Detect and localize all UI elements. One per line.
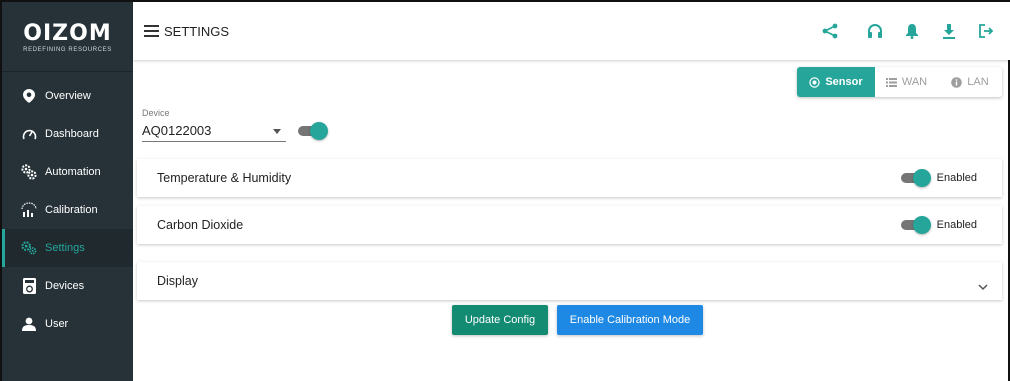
status-text: Enabled (936, 219, 977, 231)
toggle-thumb (912, 169, 931, 187)
menu-icon[interactable] (144, 25, 159, 37)
sidebar: OIZOM REDEFINING RESOURCES Overview Dash… (2, 2, 133, 381)
tab-label: LAN (967, 76, 989, 88)
sidebar-item-dashboard[interactable]: Dashboard (2, 115, 133, 153)
panel-display[interactable]: Display (137, 262, 1002, 300)
list-icon (885, 77, 897, 87)
panel-title: Temperature & Humidity (157, 171, 292, 185)
carbon-dioxide-toggle[interactable] (900, 216, 931, 234)
tab-lan[interactable]: LAN (938, 67, 1002, 97)
tab-label: WAN (901, 76, 928, 88)
sidebar-item-devices[interactable]: Devices (2, 267, 133, 305)
status-text: Enabled (936, 172, 977, 184)
gears-icon (21, 164, 37, 180)
logo-text: OIZOM (23, 20, 112, 46)
share-icon[interactable] (822, 23, 838, 39)
sidebar-item-calibration[interactable]: Calibration (2, 191, 133, 229)
device-toggle[interactable] (298, 122, 328, 140)
update-config-button[interactable]: Update Config (452, 305, 548, 335)
device-select-value: AQ0122003 (142, 123, 212, 138)
info-icon (951, 76, 963, 88)
sidebar-item-automation[interactable]: Automation (2, 153, 133, 191)
radio-target-icon (809, 76, 821, 88)
panel-controls: Enabled (900, 169, 977, 187)
tab-label: Sensor (825, 76, 863, 88)
settings-tabs: Sensor WAN LAN (797, 67, 1002, 97)
device-icon (21, 278, 37, 294)
device-label: Device (142, 108, 170, 118)
panel-title: Display (157, 274, 198, 288)
sidebar-item-overview[interactable]: Overview (2, 77, 133, 115)
sidebar-item-label: User (45, 318, 69, 330)
panel-title: Carbon Dioxide (157, 218, 244, 232)
download-icon[interactable] (941, 23, 957, 39)
panel-temperature-humidity[interactable]: Temperature & Humidity Enabled (137, 159, 1002, 197)
sidebar-item-settings[interactable]: Settings (2, 229, 133, 267)
chevron-down-icon[interactable] (978, 278, 988, 296)
panel-controls: Enabled (900, 216, 977, 234)
brand-logo[interactable]: OIZOM REDEFINING RESOURCES (2, 2, 133, 72)
calibration-icon (21, 202, 37, 218)
header-actions (822, 2, 1010, 60)
sidebar-item-user[interactable]: User (2, 305, 133, 343)
temperature-humidity-toggle[interactable] (900, 169, 931, 187)
page-title: SETTINGS (164, 23, 230, 39)
tab-wan[interactable]: WAN (875, 67, 938, 97)
sidebar-item-label: Devices (45, 280, 85, 292)
logout-icon[interactable] (978, 23, 994, 39)
toggle-thumb (310, 122, 328, 140)
dropdown-caret-icon (273, 129, 281, 134)
sidebar-item-label: Automation (45, 166, 101, 178)
tab-sensor[interactable]: Sensor (797, 67, 875, 97)
panel-carbon-dioxide[interactable]: Carbon Dioxide Enabled (137, 206, 1002, 244)
user-icon (21, 316, 37, 332)
enable-calibration-button[interactable]: Enable Calibration Mode (557, 305, 703, 335)
sidebar-nav: Overview Dashboard Automation Calibratio… (2, 77, 133, 343)
settings-gears-icon (21, 240, 37, 256)
headset-icon[interactable] (867, 23, 883, 39)
speedometer-icon (21, 126, 37, 142)
logo-tagline: REDEFINING RESOURCES (23, 46, 112, 53)
sidebar-item-label: Overview (45, 90, 91, 102)
bell-icon[interactable] (904, 23, 920, 39)
map-pin-icon (21, 88, 37, 104)
sidebar-item-label: Dashboard (45, 128, 99, 140)
top-header: SETTINGS (133, 2, 1010, 60)
toggle-thumb (912, 216, 931, 234)
device-select[interactable]: AQ0122003 (142, 120, 286, 142)
sidebar-item-label: Settings (45, 242, 85, 254)
sidebar-item-label: Calibration (45, 204, 98, 216)
